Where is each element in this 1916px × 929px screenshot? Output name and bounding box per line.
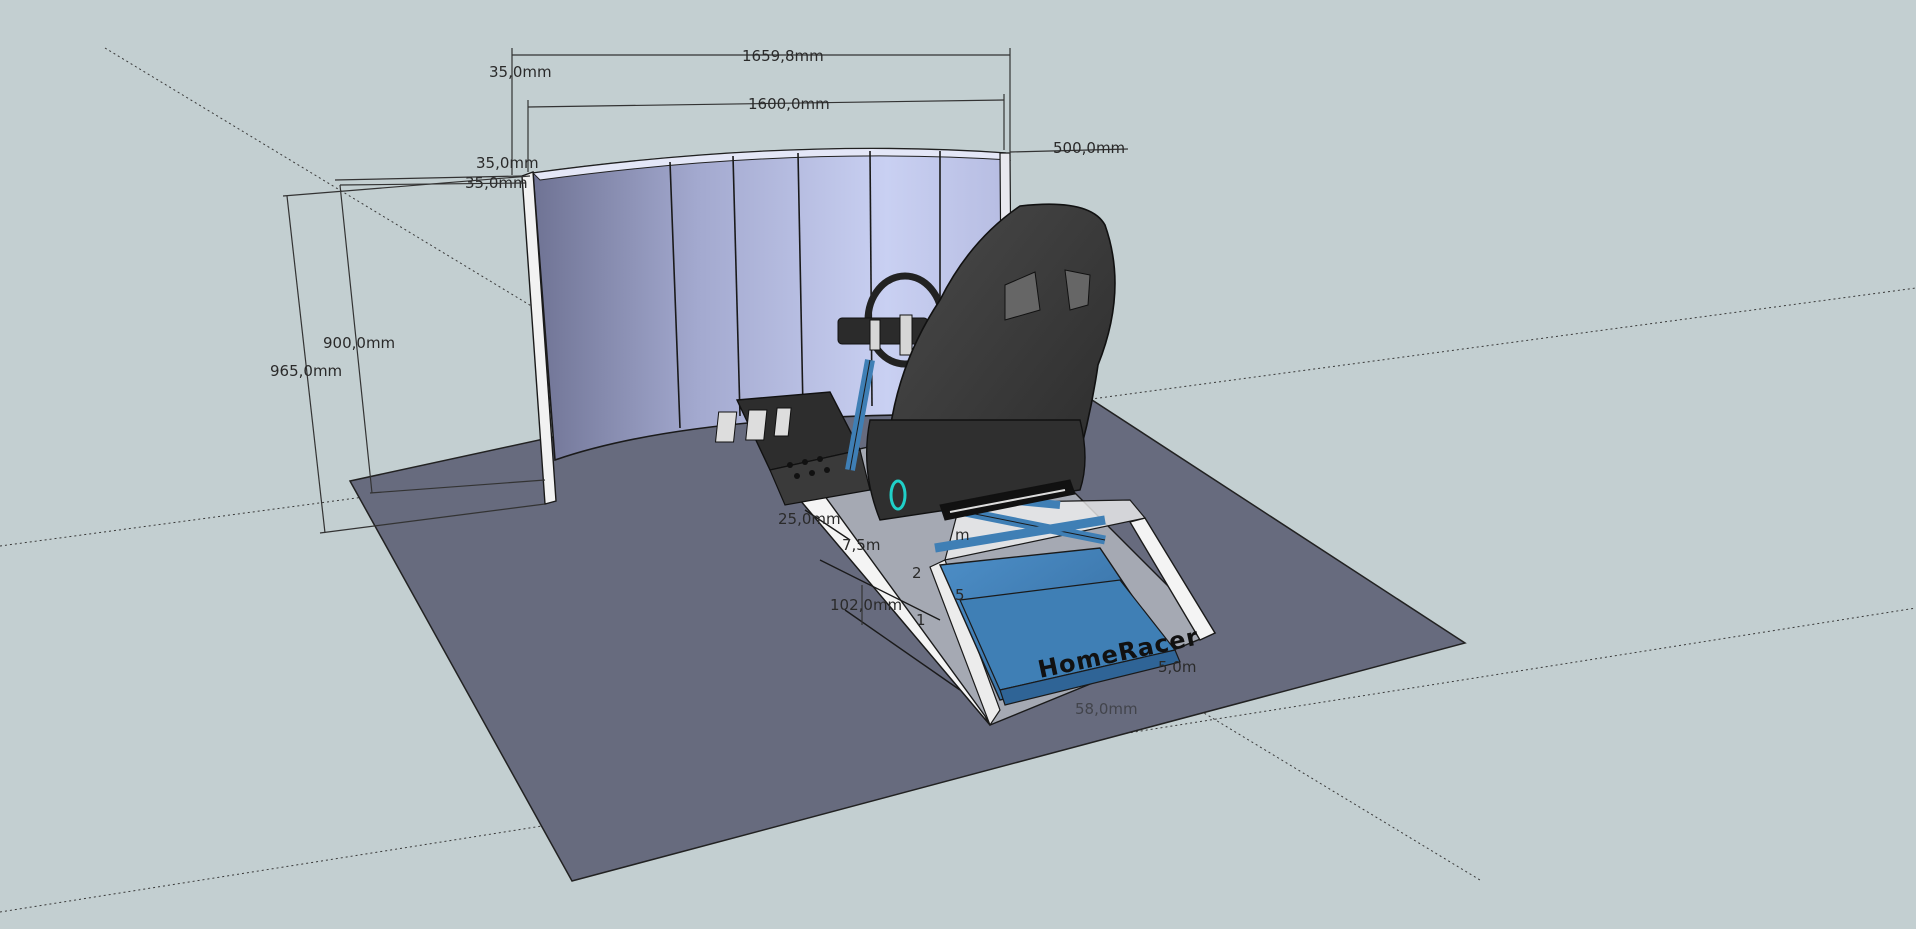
dim-screen-depth: 500,0mm (1053, 139, 1125, 157)
dim-overall-width: 1659,8mm (742, 47, 824, 65)
dim-front-b: 58,0mm (1075, 700, 1138, 718)
dim-side-b: 1 (916, 611, 926, 629)
dim-screen-width: 1600,0mm (748, 95, 830, 113)
3d-scene[interactable]: HomeRacer 1659,8mm 1600,0mm 500,0mm 35,0… (0, 0, 1916, 929)
dim-rail-offset: 25,0mm (778, 510, 841, 528)
dim-side-c: 5 (955, 586, 965, 604)
dim-rail-small-b: m (955, 526, 970, 544)
dim-frame-a: 35,0mm (476, 154, 539, 172)
dim-rail-small: 7,5m (842, 536, 880, 554)
dim-base-height: 102,0mm (830, 596, 902, 614)
dim-total-height: 965,0mm (270, 362, 342, 380)
dim-screen-height: 900,0mm (323, 334, 395, 352)
dim-front-a: 5,0m (1158, 658, 1196, 676)
dim-frame-top: 35,0mm (489, 63, 552, 81)
model-viewport[interactable]: HomeRacer 1659,8mm 1600,0mm 500,0mm 35,0… (0, 0, 1916, 929)
dim-side-a: 2 (912, 564, 922, 582)
